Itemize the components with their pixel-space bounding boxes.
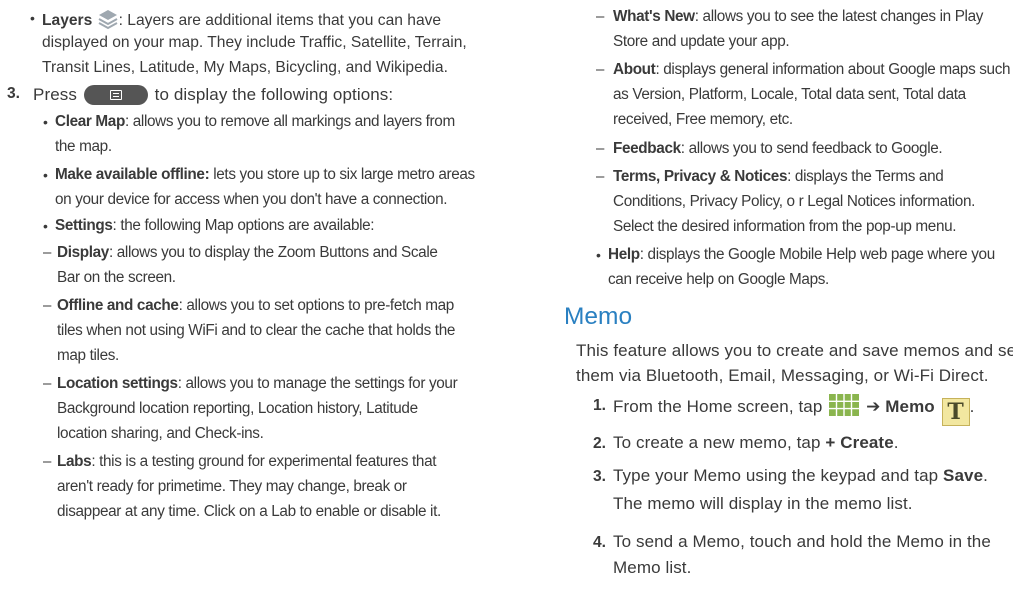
dash: –: [43, 375, 52, 392]
dash: –: [43, 297, 52, 314]
step3-text: Press to display the following options:: [33, 85, 394, 105]
whats-new-line-1: What's New: allows you to see the latest…: [613, 8, 984, 25]
dash: –: [43, 453, 52, 470]
location-line-2: Background location reporting, Location …: [57, 400, 418, 417]
offline-cache-line-2: tiles when not using WiFi and to clear t…: [57, 322, 456, 339]
dash: –: [596, 168, 605, 185]
layers-line-2: displayed on your map. They include Traf…: [42, 34, 467, 51]
dash: –: [43, 244, 52, 261]
whats-new-line-2: Store and update your app.: [613, 33, 790, 50]
step2-text: To create a new memo, tap + Create.: [613, 433, 899, 452]
location-line-3: location sharing, and Check-ins.: [57, 425, 264, 442]
help-line-1: Help: displays the Google Mobile Help we…: [608, 246, 995, 263]
terms-line-3: Select the desired information from the …: [613, 218, 957, 235]
menu-key-icon: [83, 85, 148, 105]
settings-line-1: Settings: the following Map options are …: [55, 217, 375, 234]
step3-text: Type your Memo using the keypad and tap …: [613, 466, 988, 485]
bullet: •: [43, 114, 48, 130]
dash: –: [596, 140, 605, 157]
about-line-3: received, Free memory, etc.: [613, 111, 793, 128]
display-line-1: Display: allows you to display the Zoom …: [57, 244, 438, 261]
step-number: 4.: [593, 534, 607, 551]
bullet: •: [30, 10, 35, 26]
arrow-icon: ➔: [866, 397, 881, 416]
feedback-line-1: Feedback: allows you to send feedback to…: [613, 140, 943, 157]
bullet: •: [43, 167, 48, 183]
apps-icon: [829, 394, 860, 416]
memo-app-icon: T: [941, 398, 970, 426]
bullet: •: [596, 247, 601, 263]
memo-intro-line-1: This feature allows you to create and sa…: [576, 341, 1013, 360]
labs-line-3: disappear at any time. Click on a Lab to…: [57, 503, 441, 520]
terms-line-1: Terms, Privacy & Notices: displays the T…: [613, 168, 944, 185]
offline-cache-line-1: Offline and cache: allows you to set opt…: [57, 297, 454, 314]
step-number: 3.: [593, 468, 607, 485]
step3-line-2: The memo will display in the memo list.: [613, 494, 913, 513]
terms-line-2: Conditions, Privacy Policy, o r Legal No…: [613, 193, 976, 210]
layers-line-3: Transit Lines, Latitude, My Maps, Bicycl…: [42, 59, 448, 76]
step-number: 3.: [7, 85, 21, 102]
about-line-1: About: displays general information abou…: [613, 61, 1011, 78]
step4-line-2: Memo list.: [613, 558, 692, 577]
step-number: 1.: [593, 397, 607, 414]
help-line-2: can receive help on Google Maps.: [608, 271, 829, 288]
offline-line-2: on your device for access when you don't…: [55, 191, 448, 208]
bullet: •: [43, 218, 48, 234]
clear-map-line-2: the map.: [55, 138, 112, 155]
step-number: 2.: [593, 435, 607, 452]
step1-text: From the Home screen, tap ➔ Memo T.: [613, 394, 974, 426]
location-line-1: Location settings: allows you to manage …: [57, 375, 458, 392]
dash: –: [596, 8, 605, 25]
about-line-2: as Version, Platform, Locale, Total data…: [613, 86, 966, 103]
layers-icon: [97, 8, 119, 30]
labs-line-1: Labs: this is a testing ground for exper…: [57, 453, 437, 470]
memo-heading: Memo: [564, 303, 633, 330]
offline-cache-line-3: map tiles.: [57, 347, 119, 364]
layers-line-1: Layers : Layers are additional items tha…: [42, 8, 441, 31]
dash: –: [596, 61, 605, 78]
memo-intro-line-2: them via Bluetooth, Email, Messaging, or…: [576, 366, 989, 385]
display-line-2: Bar on the screen.: [57, 269, 176, 286]
labs-line-2: aren't ready for primetime. They may cha…: [57, 478, 407, 495]
clear-map-line-1: Clear Map: allows you to remove all mark…: [55, 113, 455, 130]
step4-line-1: To send a Memo, touch and hold the Memo …: [613, 532, 991, 551]
offline-line-1: Make available offline: lets you store u…: [55, 166, 475, 183]
